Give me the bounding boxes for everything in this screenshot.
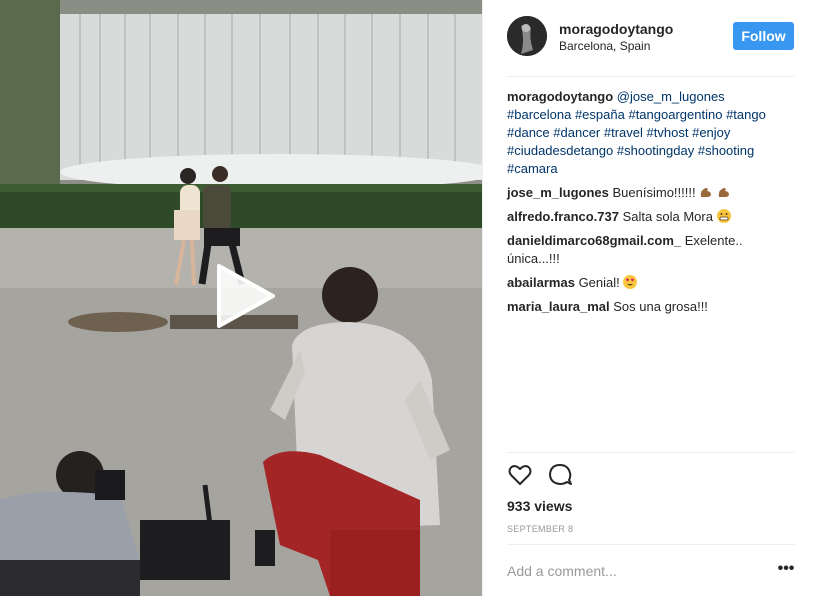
hashtag-link[interactable]: #dancer [553, 125, 600, 140]
post-media[interactable] [0, 0, 482, 596]
hashtag-link[interactable]: #barcelona [507, 107, 571, 122]
hashtag-link[interactable]: #travel [604, 125, 643, 140]
composer-divider [507, 544, 795, 545]
header-divider [507, 76, 795, 77]
comment-icon[interactable] [547, 462, 573, 488]
comment: abailarmas Genial! [507, 274, 785, 292]
follow-button[interactable]: Follow [733, 22, 794, 50]
comment: maria_laura_mal Sos una grosa!!! [507, 298, 785, 316]
post-date[interactable]: SEPTEMBER 8 [507, 524, 573, 534]
hashtag-link[interactable]: #tangoargentino [628, 107, 722, 122]
comment-text: Genial! [578, 275, 620, 290]
grinning-face-icon [716, 209, 731, 223]
mention-link[interactable]: @jose_m_lugones [617, 89, 725, 104]
hashtag-link[interactable]: #ciudadesdetango [507, 143, 613, 158]
view-count[interactable]: 933 views [507, 498, 572, 514]
comment-list: moragodoytango @jose_m_lugones #barcelon… [507, 88, 785, 322]
hashtag-link[interactable]: #tango [726, 107, 766, 122]
comment: danieldimarco68gmail.com_ Exelente.. úni… [507, 232, 785, 268]
hashtag-link[interactable]: #españa [575, 107, 625, 122]
play-icon[interactable] [215, 262, 277, 330]
hashtag-link[interactable]: #shootingday [617, 143, 694, 158]
heart-icon[interactable] [507, 462, 533, 488]
flexed-biceps-icon [717, 185, 731, 199]
comment: alfredo.franco.737 Salta sola Mora [507, 208, 785, 226]
hashtag-link[interactable]: #camara [507, 161, 558, 176]
hashtag-link[interactable]: #shooting [698, 143, 754, 158]
post-sidebar: moragodoytango Barcelona, Spain Follow m… [482, 0, 814, 596]
comment-username[interactable]: alfredo.franco.737 [507, 209, 619, 224]
heart-eyes-face-icon [623, 275, 638, 289]
comment-text: Salta sola Mora [622, 209, 713, 224]
comment-input[interactable] [507, 560, 757, 582]
action-bar [507, 462, 795, 492]
post-author-username[interactable]: moragodoytango [559, 21, 673, 37]
flexed-biceps-icon [699, 185, 713, 199]
actions-divider [507, 452, 795, 453]
hashtag-link[interactable]: #dance [507, 125, 550, 140]
hashtag-link[interactable]: #enjoy [692, 125, 730, 140]
hashtag-link[interactable]: #tvhost [647, 125, 689, 140]
avatar[interactable] [507, 16, 547, 56]
post-location[interactable]: Barcelona, Spain [559, 39, 650, 53]
comment-username[interactable]: maria_laura_mal [507, 299, 610, 314]
post-header: moragodoytango Barcelona, Spain Follow [507, 16, 795, 60]
caption: moragodoytango @jose_m_lugones #barcelon… [507, 88, 785, 178]
comment: jose_m_lugones Buenísimo!!!!!! [507, 184, 785, 202]
comment-username[interactable]: abailarmas [507, 275, 575, 290]
more-options-icon[interactable]: ••• [775, 560, 797, 582]
comment-text: Buenísimo!!!!!! [612, 185, 696, 200]
caption-username[interactable]: moragodoytango [507, 89, 613, 104]
comment-username[interactable]: jose_m_lugones [507, 185, 609, 200]
comment-username[interactable]: danieldimarco68gmail.com_ [507, 233, 681, 248]
comment-text: Sos una grosa!!! [613, 299, 708, 314]
